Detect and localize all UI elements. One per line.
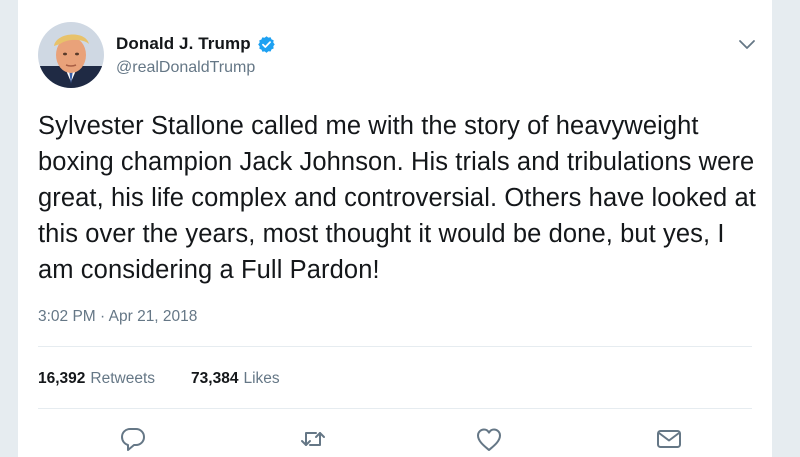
likes-count: 73,384 xyxy=(191,370,239,387)
retweets-count: 16,392 xyxy=(38,370,86,387)
tweet-author: Donald J. Trump @realDonaldTrump xyxy=(116,33,276,77)
divider-bottom xyxy=(38,408,752,409)
avatar[interactable] xyxy=(38,22,104,88)
like-icon xyxy=(477,428,501,451)
tweet-text: Sylvester Stallone called me with the st… xyxy=(38,112,756,284)
retweets-label: Retweets xyxy=(90,370,156,387)
tweet-timestamp[interactable]: 3:02 PM · Apr 21, 2018 xyxy=(38,308,197,326)
name-row: Donald J. Trump xyxy=(116,33,276,55)
tweet-card: Donald J. Trump @realDonaldTrump Sylvest… xyxy=(18,0,772,457)
retweet-icon xyxy=(301,432,325,446)
retweets-stat[interactable]: 16,392 Retweets xyxy=(38,370,155,388)
tweet-stats: 16,392 Retweets 73,384 Likes xyxy=(38,370,280,388)
like-button[interactable] xyxy=(474,424,504,454)
reply-button[interactable] xyxy=(118,424,148,454)
username-handle[interactable]: @realDonaldTrump xyxy=(116,59,276,77)
likes-stat[interactable]: 73,384 Likes xyxy=(191,370,280,388)
direct-message-icon xyxy=(657,430,681,448)
direct-message-button[interactable] xyxy=(654,424,684,454)
reply-icon xyxy=(121,428,145,451)
divider-top xyxy=(38,346,752,347)
retweet-button[interactable] xyxy=(298,424,328,454)
more-options-caret-icon[interactable] xyxy=(736,36,758,54)
likes-label: Likes xyxy=(243,370,280,387)
verified-badge-icon xyxy=(257,35,276,54)
display-name[interactable]: Donald J. Trump xyxy=(116,34,251,54)
